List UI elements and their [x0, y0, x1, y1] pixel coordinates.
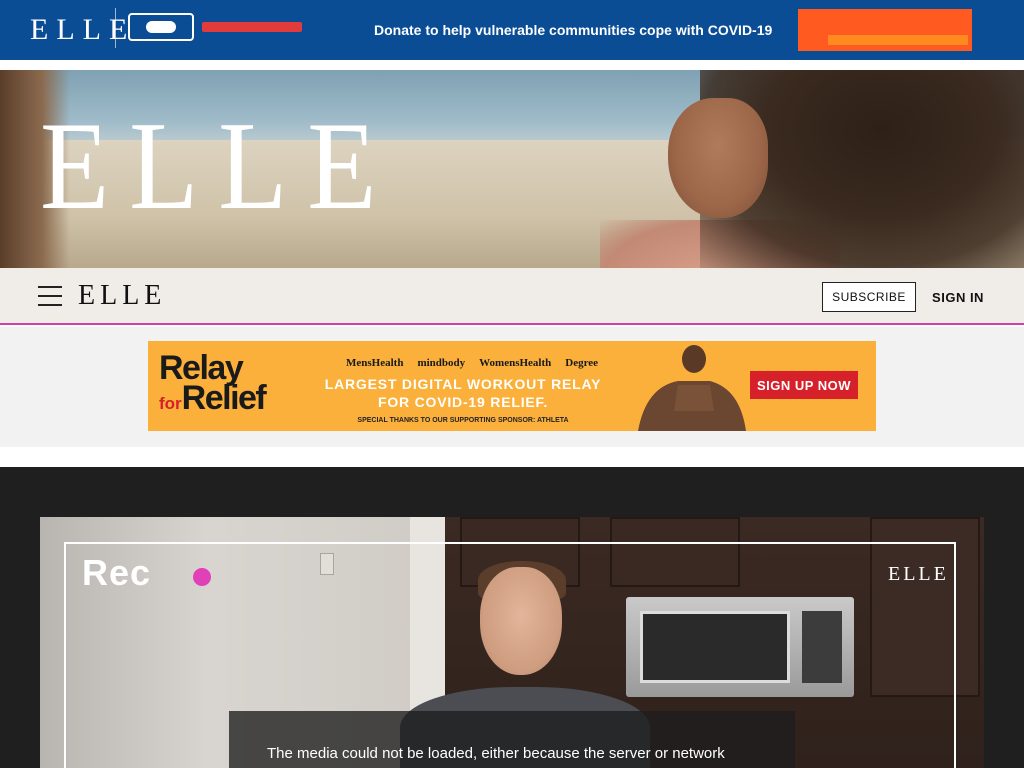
sponsor-logos: MensHealth mindbody WomensHealth Degree	[346, 357, 598, 369]
sign-in-button[interactable]: SIGN IN	[918, 282, 998, 312]
video-section: Rec ELLE The media could not be loaded, …	[0, 467, 1024, 768]
ad-headline: LARGEST DIGITAL WORKOUT RELAY FOR COVID-…	[298, 375, 628, 411]
subscribe-button[interactable]: SUBSCRIBE	[822, 282, 916, 312]
sponsor-logo: MensHealth	[346, 357, 404, 369]
nav-elle-logo[interactable]: ELLE	[78, 280, 166, 312]
donate-text: Donate to help vulnerable communities co…	[374, 22, 773, 38]
relief-word: Relief	[181, 379, 267, 417]
partner-logo-image	[128, 10, 308, 44]
hero-image: ELLE	[0, 70, 1024, 268]
donate-button[interactable]	[798, 9, 972, 51]
media-error-overlay: The media could not be loaded, either be…	[229, 711, 795, 768]
hamburger-menu-icon[interactable]	[38, 286, 62, 306]
hero-elle-logo: ELLE	[40, 97, 397, 236]
page: ELLE Donate to help vulnerable communiti…	[0, 0, 1024, 768]
site-navbar: ELLE SUBSCRIBE SIGN IN	[0, 268, 1024, 325]
sponsor-logo: Degree	[565, 357, 599, 369]
athlete-image	[638, 345, 746, 431]
partner-mark-icon	[128, 13, 194, 41]
video-player[interactable]: Rec ELLE The media could not be loaded, …	[40, 517, 984, 768]
video-elle-watermark: ELLE	[888, 563, 949, 585]
donate-banner: ELLE Donate to help vulnerable communiti…	[0, 0, 1024, 60]
for-word: for	[159, 394, 182, 413]
rec-dot-icon	[193, 568, 211, 586]
partner-strip	[202, 22, 302, 32]
ad-headline-line1: LARGEST DIGITAL WORKOUT RELAY	[324, 376, 602, 392]
relay-for-relief-logo: Relay forRelief	[159, 351, 267, 419]
ad-iframe[interactable]: Relay forRelief MensHealth mindbody Wome…	[148, 341, 876, 431]
sign-up-now-button[interactable]: SIGN UP NOW	[750, 371, 858, 399]
sponsor-logo: WomensHealth	[479, 357, 552, 369]
sponsor-logo: mindbody	[417, 357, 466, 369]
rec-label: Rec	[82, 552, 152, 593]
ad-region: Relay forRelief MensHealth mindbody Wome…	[0, 327, 1024, 447]
hero-face	[668, 98, 768, 218]
ad-sponsor-thanks: SPECIAL THANKS TO OUR SUPPORTING SPONSOR…	[357, 417, 569, 424]
topbar-divider	[115, 8, 116, 48]
topbar-elle-logo[interactable]: ELLE	[30, 12, 135, 48]
ad-headline-line2: FOR COVID-19 RELIEF.	[377, 394, 549, 410]
media-error-text: The media could not be loaded, either be…	[267, 745, 725, 762]
